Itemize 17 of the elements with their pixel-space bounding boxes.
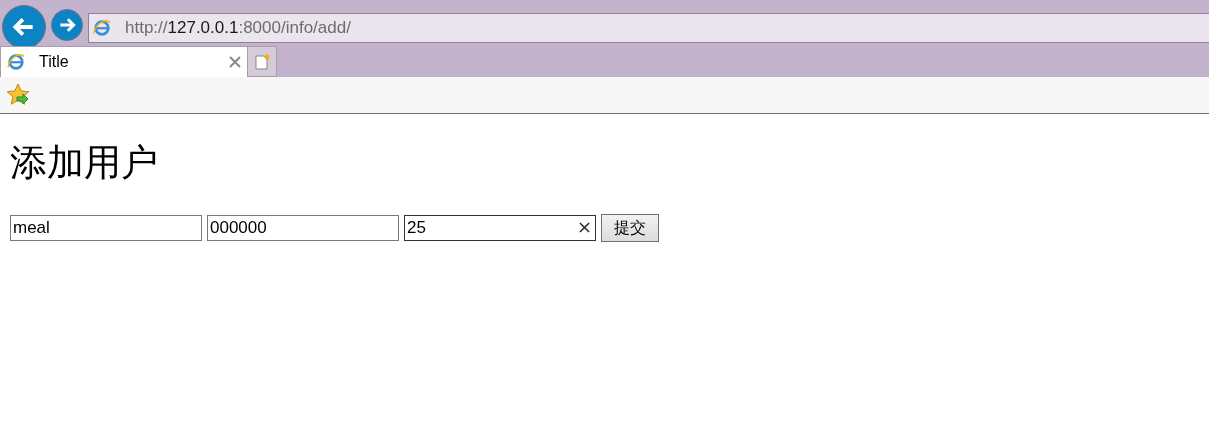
new-page-icon	[254, 53, 270, 70]
forward-button[interactable]	[51, 8, 83, 41]
favorites-star-icon[interactable]	[6, 83, 30, 107]
input-field[interactable]: 25	[404, 215, 596, 241]
browser-tab[interactable]: Title	[0, 46, 248, 77]
browser-icon	[93, 18, 111, 37]
url-text: http://127.0.0.1:8000/info/add/	[125, 17, 351, 38]
back-button[interactable]	[2, 4, 46, 49]
clear-icon[interactable]	[579, 222, 590, 233]
new-tab-button[interactable]	[248, 46, 277, 77]
submit-button[interactable]: 提交	[601, 214, 659, 242]
input-field[interactable]: meal	[10, 215, 202, 241]
close-icon[interactable]	[229, 56, 241, 68]
input-field[interactable]: 000000	[207, 215, 399, 241]
page-heading: 添加用户	[10, 141, 159, 185]
address-bar[interactable]: http://127.0.0.1:8000/info/add/	[88, 12, 1209, 43]
browser-icon	[7, 53, 25, 71]
